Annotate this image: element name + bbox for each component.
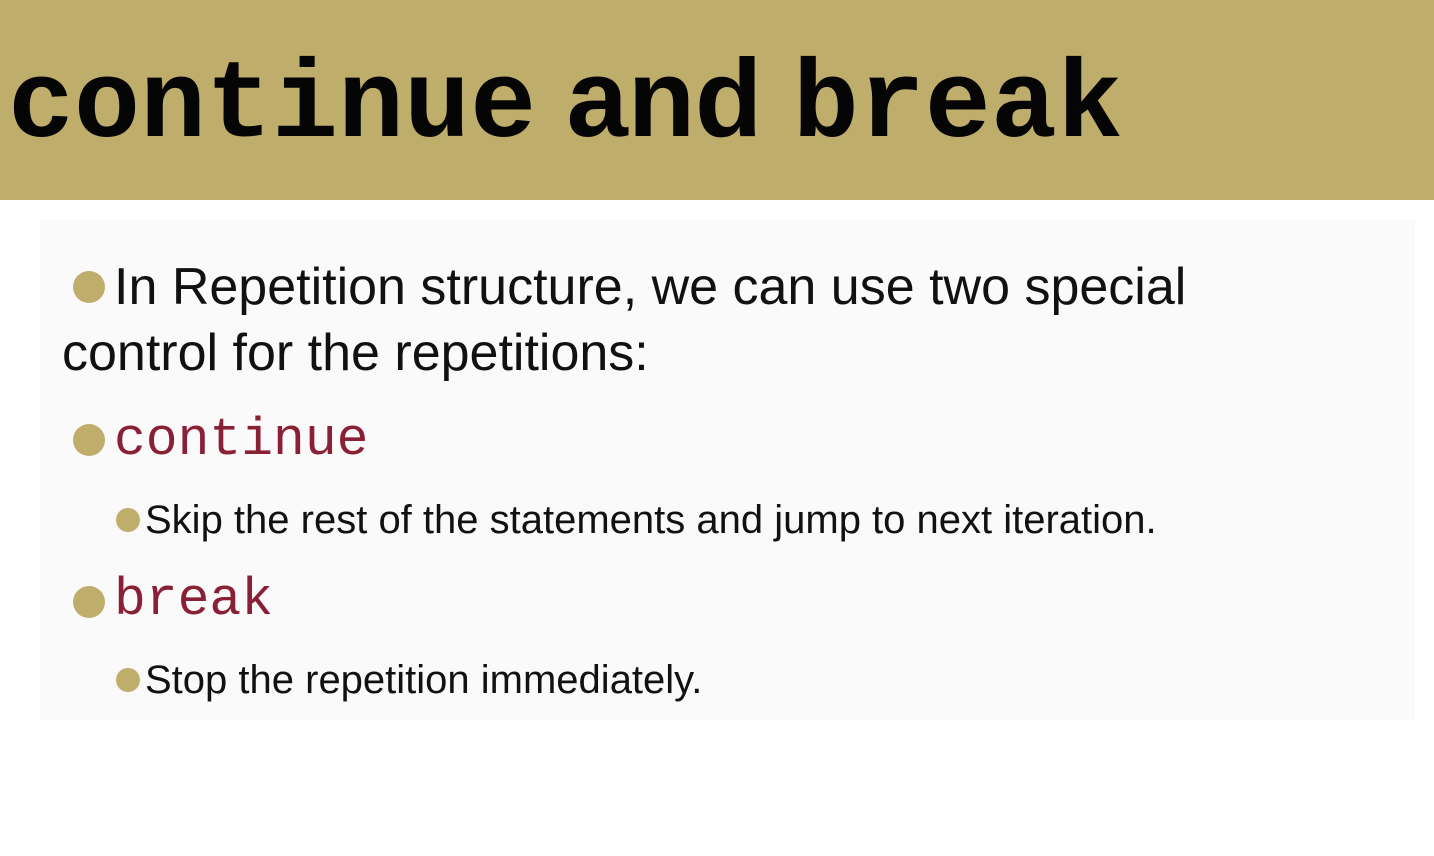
bullet-break bbox=[73, 586, 105, 618]
slide-title: continue and break bbox=[8, 24, 1123, 183]
intro-text-line-2: control for the repetitions: bbox=[62, 324, 649, 382]
bullet-break-desc bbox=[116, 668, 140, 692]
intro-text-line-1: In Repetition structure, we can use two … bbox=[114, 258, 1187, 316]
continue-keyword: continue bbox=[114, 410, 369, 470]
bullet-continue bbox=[73, 424, 105, 456]
bullet-continue-desc bbox=[116, 508, 140, 532]
break-description: Stop the repetition immediately. bbox=[145, 658, 703, 702]
bullet-intro bbox=[73, 271, 105, 303]
title-keyword-continue: continue bbox=[8, 45, 537, 170]
title-connector: and bbox=[566, 37, 763, 160]
title-keyword-break: break bbox=[792, 45, 1123, 170]
break-keyword: break bbox=[114, 570, 274, 630]
continue-description: Skip the rest of the statements and jump… bbox=[145, 498, 1157, 542]
